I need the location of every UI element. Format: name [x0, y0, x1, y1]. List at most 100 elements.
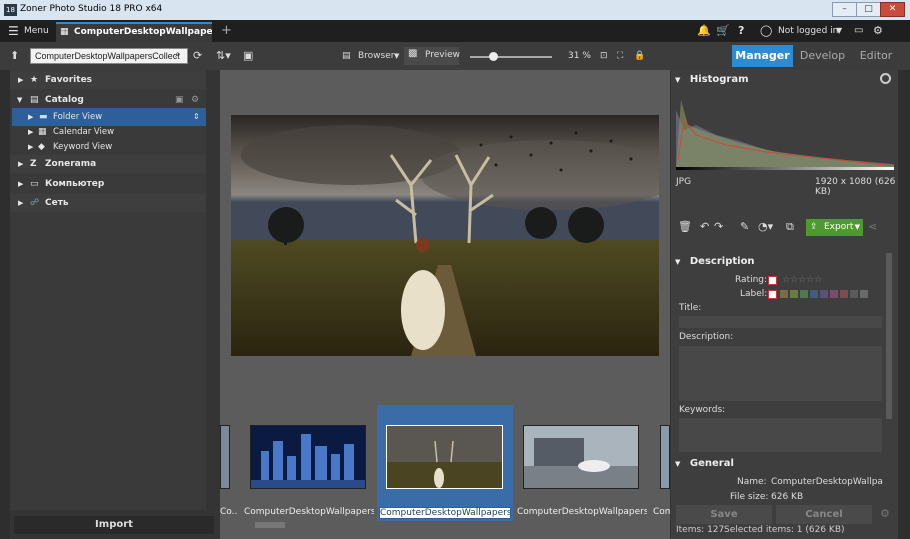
- chevron-down-icon[interactable]: ▼: [855, 219, 860, 236]
- left-edge-collapse[interactable]: [0, 70, 10, 539]
- preview-button[interactable]: ▩ Preview: [404, 47, 460, 65]
- settings-icon[interactable]: ⚙: [873, 23, 883, 39]
- hamburger-icon[interactable]: ☰: [8, 23, 19, 39]
- browser-dropdown-icon[interactable]: ▼: [394, 48, 399, 64]
- cart-icon[interactable]: 🛒: [716, 23, 730, 39]
- collapse-arrow-icon[interactable]: ▼: [17, 91, 22, 109]
- tree-item-keyword-view[interactable]: ▶ ◆ Keyword View: [10, 138, 206, 156]
- zoom-slider[interactable]: [470, 56, 552, 58]
- app-window: 18 Zoner Photo Studio 18 PRO x64 – □ ✕ ☰…: [0, 0, 910, 539]
- cancel-button[interactable]: Cancel: [776, 505, 872, 524]
- name-value: ComputerDesktopWallpapers: [771, 477, 883, 487]
- histogram-header[interactable]: ▼ Histogram: [675, 71, 885, 89]
- label-swatch[interactable]: [810, 290, 818, 298]
- expand-arrow-icon[interactable]: ▶: [28, 138, 33, 156]
- thumbnail-selected[interactable]: [386, 425, 503, 489]
- notifications-icon[interactable]: 🔔: [697, 23, 711, 39]
- browser-button[interactable]: Browser: [358, 48, 394, 64]
- rotate-right-icon[interactable]: ↷: [714, 220, 723, 233]
- collapse-arrow-icon[interactable]: ▼: [675, 460, 680, 468]
- trash-icon[interactable]: 🗑: [678, 220, 692, 233]
- properties-scrollbar[interactable]: [886, 253, 892, 419]
- label-swatch[interactable]: [820, 290, 828, 298]
- share-icon[interactable]: ⋖: [868, 220, 877, 233]
- message-icon[interactable]: ▭: [854, 23, 863, 39]
- menu-button[interactable]: Menu: [24, 23, 49, 39]
- expand-arrow-icon[interactable]: ▶: [18, 71, 23, 89]
- main-preview-image[interactable]: [231, 115, 659, 356]
- title-field[interactable]: [679, 316, 882, 328]
- tag-icon: ◆: [38, 142, 45, 152]
- search-icon[interactable]: ⌕: [175, 49, 181, 60]
- thumbnail[interactable]: [523, 425, 639, 489]
- expand-arrow-icon[interactable]: ▶: [18, 194, 23, 212]
- rotate-left-icon[interactable]: ↶: [700, 220, 709, 233]
- import-button[interactable]: Import: [14, 516, 214, 534]
- sort-icon[interactable]: ⇅▾: [216, 48, 231, 64]
- label-swatch[interactable]: [790, 290, 798, 298]
- user-login[interactable]: Not logged in: [778, 23, 838, 39]
- tree-item-favorites[interactable]: ▶ ★ Favorites: [10, 71, 206, 89]
- user-icon: ◯: [760, 24, 773, 37]
- label-swatch[interactable]: [860, 290, 868, 298]
- file-format: JPG: [676, 177, 692, 187]
- actual-size-icon[interactable]: ⊡: [600, 48, 608, 64]
- label-swatch[interactable]: [840, 290, 848, 298]
- export-button[interactable]: ⇪ Export ▼: [806, 219, 863, 236]
- wand-icon[interactable]: ✎: [740, 220, 749, 233]
- rating-stars[interactable]: ☆☆☆☆☆: [782, 275, 822, 285]
- thumbnail[interactable]: [220, 425, 230, 489]
- gear-icon[interactable]: ⚙: [191, 91, 199, 109]
- mode-develop[interactable]: Develop: [795, 45, 850, 67]
- collapse-arrow-icon[interactable]: ▼: [675, 76, 680, 84]
- mode-editor[interactable]: Editor: [852, 45, 900, 67]
- title-field-label: Title:: [679, 303, 702, 313]
- label-swatch[interactable]: [830, 290, 838, 298]
- filmstrip-scrollbar[interactable]: [255, 522, 285, 528]
- general-header[interactable]: ▼ General: [675, 455, 885, 473]
- histogram-settings-icon[interactable]: [880, 73, 891, 84]
- zoom-slider-handle[interactable]: [489, 52, 498, 61]
- minimize-button[interactable]: –: [832, 2, 857, 17]
- thumbnail[interactable]: [250, 425, 366, 489]
- maximize-button[interactable]: □: [856, 2, 881, 17]
- up-folder-icon[interactable]: ⬆: [10, 48, 19, 64]
- effects-icon[interactable]: ◔▾: [758, 220, 773, 233]
- description-field[interactable]: [679, 346, 882, 401]
- save-button[interactable]: Save: [676, 505, 772, 524]
- search-input[interactable]: [30, 48, 188, 64]
- tree-item-zonerama[interactable]: ▶ Z Zonerama: [10, 155, 206, 173]
- status-items: Items: 127: [676, 525, 725, 535]
- label-swatch[interactable]: [800, 290, 808, 298]
- new-folder-icon[interactable]: ▣: [243, 48, 253, 64]
- tree-item-computer[interactable]: ▶ ▭ Компьютер: [10, 175, 206, 193]
- fit-screen-icon[interactable]: ⛶: [617, 48, 623, 64]
- tree-item-catalog[interactable]: ▼ ▤ Catalog ▣ ⚙: [10, 91, 206, 109]
- copy-icon[interactable]: ⧉: [786, 220, 794, 234]
- collapse-arrow-icon[interactable]: ▼: [675, 258, 680, 266]
- label-swatch[interactable]: [850, 290, 858, 298]
- no-label-icon[interactable]: [768, 290, 777, 299]
- lock-icon[interactable]: 🔒: [634, 48, 645, 64]
- no-rating-icon[interactable]: [768, 276, 777, 285]
- mode-manager[interactable]: Manager: [732, 45, 793, 67]
- description-header[interactable]: ▼ Description: [675, 253, 885, 271]
- expand-arrow-icon[interactable]: ▶: [18, 175, 23, 193]
- refresh-icon[interactable]: ⟳: [193, 48, 202, 64]
- close-button[interactable]: ✕: [880, 2, 905, 17]
- keywords-field[interactable]: [679, 418, 882, 452]
- tab-folder[interactable]: ▦ ComputerDesktopWallpapers...: [56, 22, 212, 42]
- label-swatch[interactable]: [780, 290, 788, 298]
- thumbnail[interactable]: [660, 425, 670, 489]
- expand-arrow-icon[interactable]: ▶: [18, 155, 23, 173]
- new-tab-button[interactable]: +: [221, 23, 232, 39]
- right-edge-collapse[interactable]: [898, 70, 910, 539]
- export-icon: ⇪: [810, 222, 818, 232]
- tree-label: Zonerama: [45, 159, 97, 169]
- help-icon[interactable]: ?: [738, 23, 744, 39]
- tree-item-network[interactable]: ▶ ☍ Сеть: [10, 194, 206, 212]
- add-folder-icon[interactable]: ▣: [175, 91, 184, 109]
- chevron-down-icon[interactable]: ▼: [836, 23, 842, 39]
- description-field-label: Description:: [679, 332, 734, 342]
- gear-icon[interactable]: ⚙: [880, 507, 890, 520]
